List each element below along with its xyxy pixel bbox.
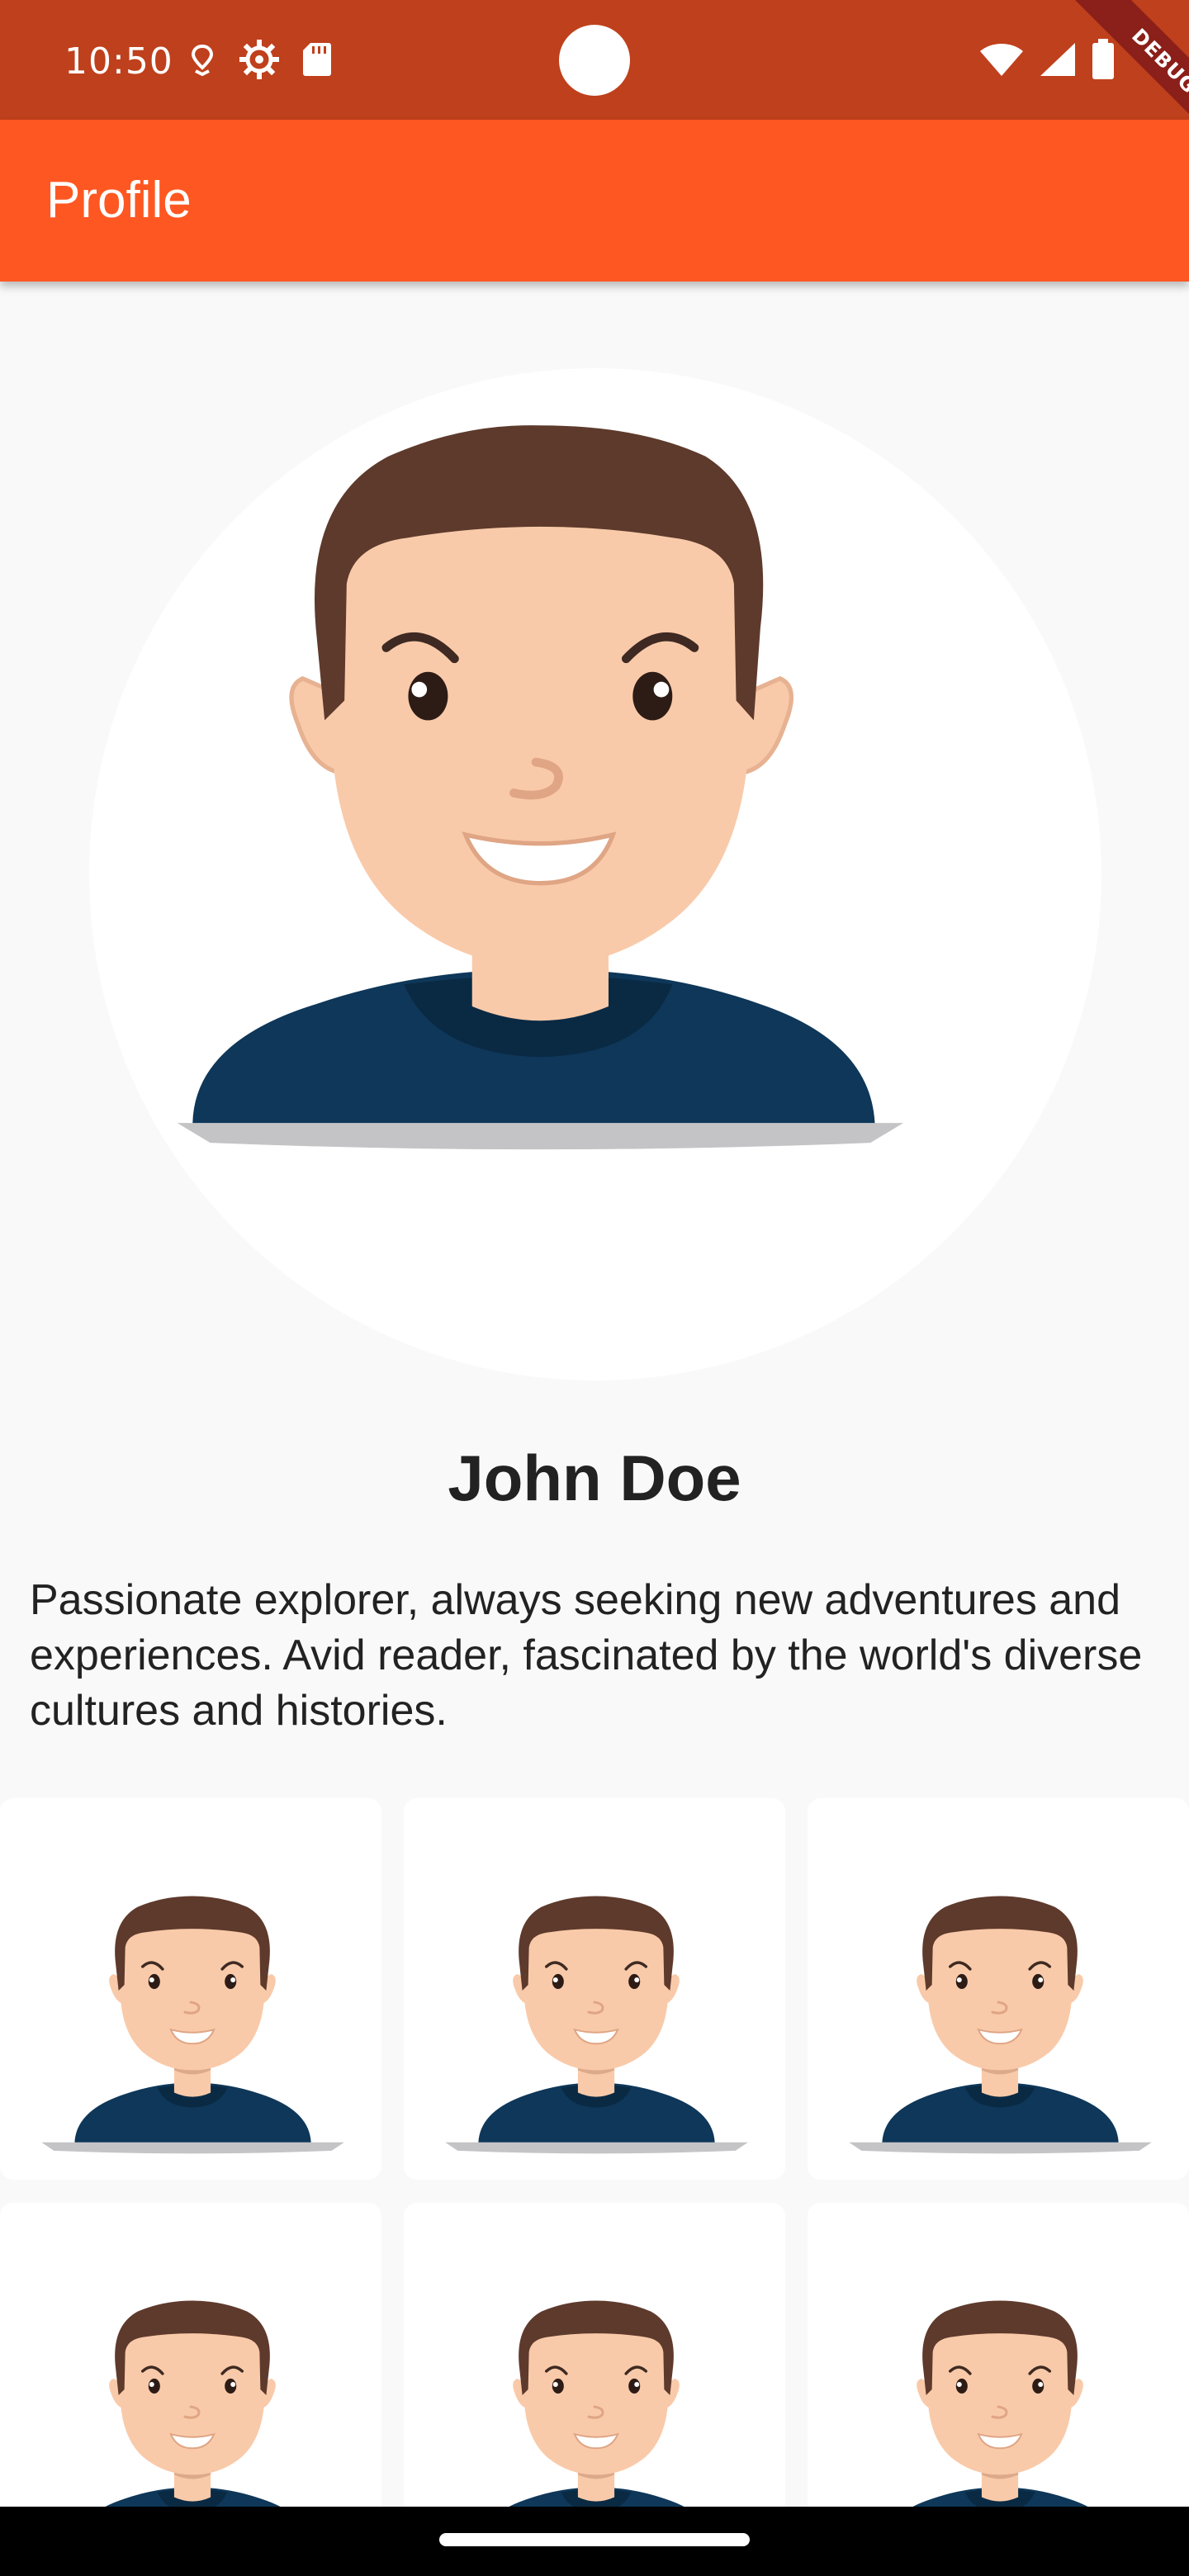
photo-grid bbox=[0, 1798, 1189, 2576]
sd-card-icon bbox=[302, 41, 332, 81]
avatar-icon bbox=[443, 1894, 750, 2156]
status-bar: 10:50 DEBUG bbox=[0, 0, 1189, 165]
navigation-bar bbox=[0, 2507, 1189, 2576]
profile-avatar bbox=[89, 368, 1101, 1380]
avatar-icon bbox=[847, 1894, 1153, 2156]
settings-icon bbox=[239, 40, 279, 83]
home-gesture-handle[interactable] bbox=[439, 2533, 750, 2546]
camera-cutout bbox=[559, 25, 630, 96]
wifi-icon bbox=[979, 41, 1024, 81]
location-icon bbox=[188, 43, 216, 79]
avatar-icon bbox=[40, 1894, 346, 2156]
profile-bio: Passionate explorer, always seeking new … bbox=[30, 1576, 1143, 1735]
profile-name: John Doe bbox=[448, 1442, 741, 1514]
page-title: Profile bbox=[46, 172, 192, 229]
app-bar: Profile bbox=[0, 120, 1189, 282]
grid-item[interactable] bbox=[808, 1798, 1189, 2180]
grid-item[interactable] bbox=[404, 1798, 785, 2180]
status-time: 10:50 bbox=[64, 40, 173, 83]
status-icons-left bbox=[188, 35, 332, 88]
profile-screen: 10:50 DEBUG Profile John Doe Passionate … bbox=[0, 0, 1189, 2576]
grid-item[interactable] bbox=[0, 1798, 381, 2180]
avatar-icon bbox=[89, 368, 1101, 1380]
